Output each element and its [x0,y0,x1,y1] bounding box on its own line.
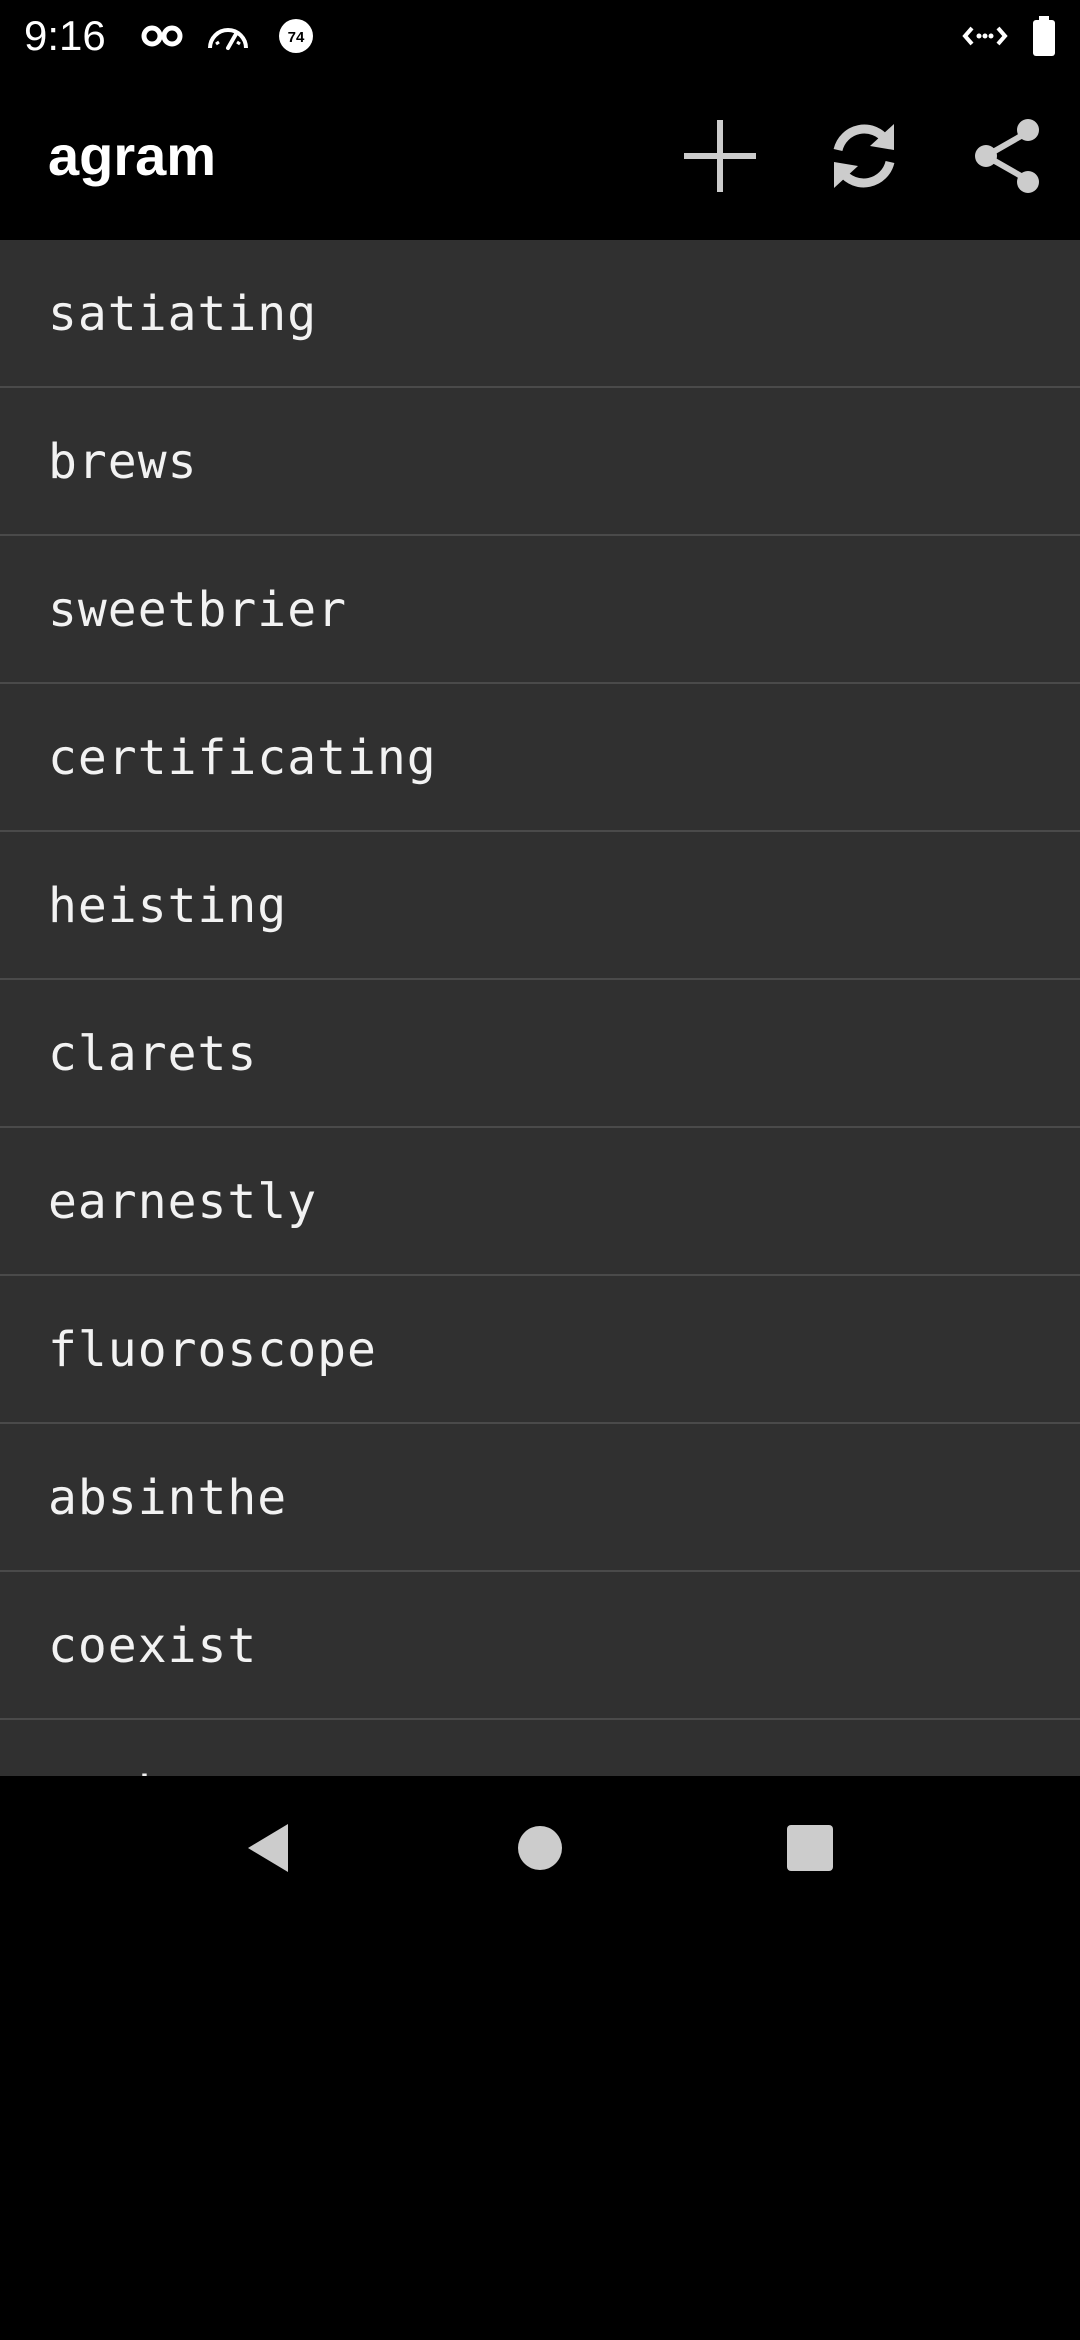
app-bar: agram [0,72,1080,240]
list-item[interactable]: coexist [0,1572,1080,1720]
list-item[interactable]: heisting [0,832,1080,980]
list-item[interactable]: washerwoman [0,1720,1080,1776]
word-label: brews [48,434,198,490]
word-label: heisting [48,878,288,934]
list-item[interactable]: brews [0,388,1080,536]
word-label: clarets [48,1026,258,1082]
incognito-icon [140,14,184,58]
share-icon [975,119,1039,193]
battery-icon [1030,14,1058,58]
navigation-bar [0,1776,1080,1920]
app-title: agram [48,124,217,187]
notification-74-icon: 74 [274,14,318,58]
home-button[interactable] [492,1800,588,1896]
word-label: absinthe [48,1470,288,1526]
refresh-icon [833,124,895,188]
list-item[interactable]: earnestly [0,1128,1080,1276]
word-label: washerwoman [48,1764,377,1776]
word-list[interactable]: satiating brews sweetbrier certificating… [0,240,1080,1776]
home-icon [518,1826,562,1870]
word-label: sweetbrier [48,582,347,638]
word-label: earnestly [48,1174,318,1230]
list-item[interactable]: sweetbrier [0,536,1080,684]
notification-badge-number: 74 [288,29,305,46]
list-item[interactable]: fluoroscope [0,1276,1080,1424]
status-time: 9:16 [24,12,106,59]
word-label: coexist [48,1618,258,1674]
refresh-button[interactable] [816,108,912,204]
speedometer-icon [204,14,252,58]
add-button[interactable] [672,108,768,204]
back-button[interactable] [220,1800,316,1896]
word-label: satiating [48,286,318,342]
plus-icon [684,120,756,192]
back-icon [248,1824,288,1872]
data-transfer-icon [962,14,1008,58]
recents-icon [787,1825,833,1871]
word-label: fluoroscope [48,1322,377,1378]
share-button[interactable] [960,108,1056,204]
list-item[interactable]: certificating [0,684,1080,832]
list-item[interactable]: absinthe [0,1424,1080,1572]
status-bar: 9:16 74 [0,0,1080,72]
list-item[interactable]: clarets [0,980,1080,1128]
list-item[interactable]: satiating [0,240,1080,388]
word-label: certificating [48,730,437,786]
recents-button[interactable] [762,1800,858,1896]
